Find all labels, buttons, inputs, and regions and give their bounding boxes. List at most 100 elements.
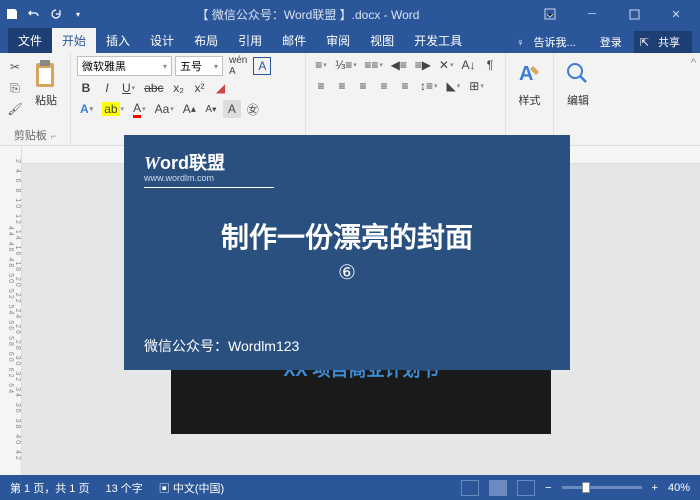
clipboard-launcher-icon[interactable]: ⌐ [51, 131, 56, 141]
login-button[interactable]: 登录 [594, 31, 628, 53]
svg-text:A: A [519, 63, 533, 85]
text-effects-icon[interactable]: A▾ [77, 100, 96, 118]
tab-references[interactable]: 引用 [228, 28, 272, 53]
shrink-font-icon[interactable]: A▾ [202, 100, 220, 118]
save-icon[interactable] [4, 6, 20, 22]
view-web-icon[interactable] [517, 480, 535, 496]
format-painter-icon[interactable]: 🖌 [6, 100, 24, 118]
zoom-slider[interactable] [562, 486, 642, 489]
collapse-ribbon-icon[interactable]: ^ [691, 57, 696, 69]
italic-button[interactable]: I [98, 79, 116, 97]
tab-view[interactable]: 视图 [360, 28, 404, 53]
multilevel-icon[interactable]: ≡≡▾ [362, 56, 385, 74]
group-editing: 编辑 [554, 53, 602, 145]
copy-icon[interactable]: ⎘ [6, 79, 24, 97]
overlay-logo: Word联盟 [144, 149, 550, 175]
borders-icon[interactable]: ⊞▾ [466, 77, 487, 95]
group-styles: A 样式 [506, 53, 554, 145]
justify-icon[interactable]: ≡ [375, 77, 393, 95]
paste-label: 粘贴 [35, 92, 57, 108]
status-words[interactable]: 13 个字 [105, 480, 142, 496]
show-marks-icon[interactable]: ¶ [481, 56, 499, 74]
paste-icon [30, 58, 62, 90]
undo-icon[interactable] [26, 6, 42, 22]
find-icon [562, 58, 594, 90]
phonetic-guide-icon[interactable]: wénA [226, 57, 250, 75]
tab-mail[interactable]: 邮件 [272, 28, 316, 53]
redo-icon[interactable] [48, 6, 64, 22]
tab-insert[interactable]: 插入 [96, 28, 140, 53]
styles-button[interactable]: A 样式 [512, 56, 547, 110]
shading-icon[interactable]: ◣▾ [444, 77, 464, 95]
zoom-out-icon[interactable]: − [545, 482, 551, 494]
zoom-in-icon[interactable]: + [652, 482, 658, 494]
paste-button[interactable]: 粘贴 [28, 56, 64, 118]
strikethrough-button[interactable]: abc [141, 79, 166, 97]
char-shading-icon[interactable]: A [223, 100, 241, 118]
enclose-char-icon[interactable]: ㊛ [244, 100, 262, 118]
bold-button[interactable]: B [77, 79, 95, 97]
tab-review[interactable]: 审阅 [316, 28, 360, 53]
document-title: 【 微信公众号：Word联盟 】.docx - Word [86, 6, 530, 23]
overlay-subtitle: 微信公众号：Wordlm123 [144, 336, 550, 356]
ribbon-tabs: 文件 开始 插入 设计 布局 引用 邮件 审阅 视图 开发工具 ♀ 告诉我...… [0, 28, 700, 53]
overlay-card: Word联盟 www.wordlm.com 制作一份漂亮的封面 ⑥ 微信公众号：… [124, 135, 570, 370]
superscript-button[interactable]: x² [191, 79, 209, 97]
tell-me[interactable]: ♀ 告诉我... [510, 31, 587, 53]
overlay-number: ⑥ [144, 260, 550, 285]
view-read-icon[interactable] [461, 480, 479, 496]
editing-button[interactable]: 编辑 [560, 56, 596, 110]
increase-indent-icon[interactable]: ≡▶ [412, 56, 433, 74]
close-icon[interactable]: ✕ [656, 0, 696, 28]
distributed-icon[interactable]: ≡ [396, 77, 414, 95]
titlebar: ▾ 【 微信公众号：Word联盟 】.docx - Word ─ ✕ [0, 0, 700, 28]
group-clipboard: ✂ ⎘ 🖌 粘贴 剪贴板⌐ [0, 53, 71, 145]
font-name-combo[interactable]: 微软雅黑▾ [77, 56, 172, 76]
cut-icon[interactable]: ✂ [6, 58, 24, 76]
align-left-icon[interactable]: ≡ [312, 77, 330, 95]
tab-design[interactable]: 设计 [140, 28, 184, 53]
align-right-icon[interactable]: ≡ [354, 77, 372, 95]
decrease-indent-icon[interactable]: ◀≡ [388, 56, 409, 74]
minimize-icon[interactable]: ─ [572, 0, 612, 28]
view-print-icon[interactable] [489, 480, 507, 496]
quick-access-toolbar: ▾ [4, 6, 86, 22]
maximize-icon[interactable] [614, 0, 654, 28]
overlay-title: 制作一份漂亮的封面 [144, 216, 550, 256]
styles-icon: A [514, 58, 546, 90]
sort-icon[interactable]: A↓ [459, 56, 478, 74]
status-bar: 第 1 页，共 1 页 13 个字 ▣ 中文(中国) − + 40% [0, 475, 700, 500]
asian-layout-icon[interactable]: ✕▾ [436, 56, 456, 74]
window-controls: ─ ✕ [530, 0, 696, 28]
overlay-url: www.wordlm.com [144, 173, 550, 183]
status-lang[interactable]: ▣ 中文(中国) [159, 480, 224, 496]
group-font: 微软雅黑▾ 五号▾ wénA A B I U▾ abc x₂ x² ◢ A▾ a… [71, 53, 306, 145]
char-border-icon[interactable]: A [253, 57, 271, 75]
tab-layout[interactable]: 布局 [184, 28, 228, 53]
vertical-ruler[interactable]: 2 4 6 8 10 12 14 16 18 20 22 24 26 28 30… [0, 146, 22, 475]
clipboard-label: 剪贴板⌐ [6, 127, 64, 143]
tab-developer[interactable]: 开发工具 [404, 28, 472, 53]
ribbon-options-icon[interactable] [530, 0, 570, 28]
clear-format-icon[interactable]: ◢ [212, 79, 230, 97]
qat-dropdown-icon[interactable]: ▾ [70, 6, 86, 22]
tab-file[interactable]: 文件 [8, 28, 52, 53]
align-center-icon[interactable]: ≡ [333, 77, 351, 95]
subscript-button[interactable]: x₂ [170, 79, 188, 97]
font-size-combo[interactable]: 五号▾ [175, 56, 223, 76]
share-button[interactable]: ⇱ 共享 [634, 31, 692, 53]
underline-button[interactable]: U▾ [119, 79, 138, 97]
line-spacing-icon[interactable]: ↕≡▾ [417, 77, 441, 95]
ribbon: ✂ ⎘ 🖌 粘贴 剪贴板⌐ 微软雅黑▾ 五号▾ wénA A B I U▾ a [0, 53, 700, 146]
highlight-icon[interactable]: ab▾ [99, 100, 127, 118]
bullets-icon[interactable]: ≡▾ [312, 56, 330, 74]
group-paragraph: ≡▾ ⅓≡▾ ≡≡▾ ◀≡ ≡▶ ✕▾ A↓ ¶ ≡ ≡ ≡ ≡ ≡ ↕≡▾ ◣… [306, 53, 506, 145]
grow-font-icon[interactable]: A▴ [180, 100, 199, 118]
status-page[interactable]: 第 1 页，共 1 页 [10, 480, 89, 496]
zoom-level[interactable]: 40% [668, 482, 690, 494]
overlay-divider [144, 187, 274, 188]
font-color-icon[interactable]: A▾ [130, 100, 149, 118]
change-case-icon[interactable]: Aa▾ [152, 100, 177, 118]
tab-home[interactable]: 开始 [52, 28, 96, 53]
numbering-icon[interactable]: ⅓≡▾ [333, 56, 359, 74]
